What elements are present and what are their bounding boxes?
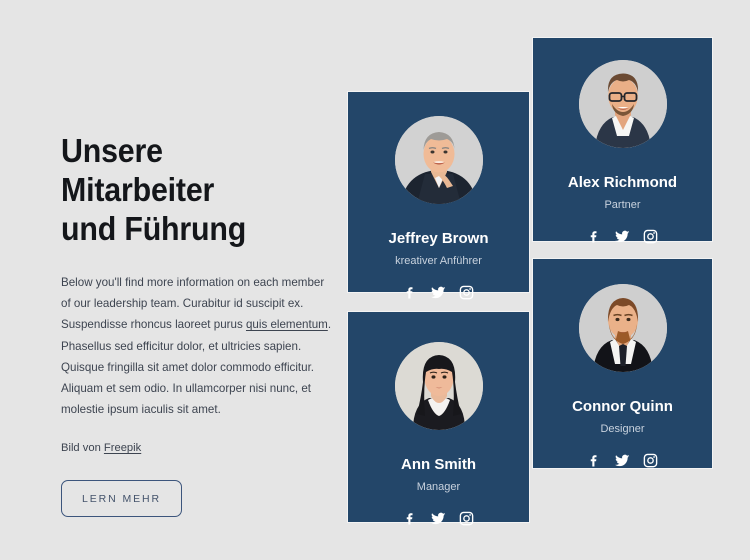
team-section: Unsere Mitarbeiter und Führung Below you… bbox=[0, 0, 750, 560]
page-title: Unsere Mitarbeiter und Führung bbox=[61, 132, 247, 247]
member-name: Connor Quinn bbox=[572, 398, 673, 415]
team-member-card[interactable]: Ann Smith Manager bbox=[348, 312, 529, 526]
member-role: kreativer Anführer bbox=[395, 255, 482, 267]
inline-link-quis-elementum[interactable]: quis elementum bbox=[246, 318, 328, 331]
freepik-link[interactable]: Freepik bbox=[104, 442, 141, 454]
facebook-icon[interactable] bbox=[403, 511, 418, 526]
intro-column: Unsere Mitarbeiter und Führung Below you… bbox=[61, 131, 341, 518]
twitter-icon[interactable] bbox=[615, 229, 630, 244]
intro-paragraph: Below you'll find more information on ea… bbox=[61, 272, 333, 420]
facebook-icon[interactable] bbox=[587, 453, 602, 468]
member-role: Manager bbox=[416, 481, 461, 493]
social-links bbox=[403, 511, 474, 526]
avatar bbox=[578, 284, 667, 372]
facebook-icon[interactable] bbox=[403, 285, 418, 300]
instagram-icon[interactable] bbox=[459, 285, 474, 300]
avatar bbox=[394, 116, 483, 204]
twitter-icon[interactable] bbox=[431, 511, 446, 526]
image-credit: Bild von Freepik bbox=[61, 440, 341, 456]
learn-more-button[interactable]: LERN MEHR bbox=[61, 480, 182, 518]
social-links bbox=[587, 453, 658, 468]
image-credit-prefix: Bild von bbox=[61, 442, 104, 455]
facebook-icon[interactable] bbox=[587, 229, 602, 244]
team-member-card[interactable]: Connor Quinn Designer bbox=[533, 259, 712, 468]
member-name: Ann Smith bbox=[401, 456, 476, 473]
member-name: Alex Richmond bbox=[567, 174, 678, 191]
intro-paragraph-part-2: . Phasellus sed efficitur dolor, et ultr… bbox=[61, 318, 332, 417]
instagram-icon[interactable] bbox=[643, 229, 658, 244]
twitter-icon[interactable] bbox=[431, 285, 446, 300]
social-links bbox=[587, 229, 658, 244]
instagram-icon[interactable] bbox=[459, 511, 474, 526]
team-member-card[interactable]: Jeffrey Brown kreativer Anführer bbox=[348, 92, 529, 300]
avatar bbox=[394, 342, 483, 430]
twitter-icon[interactable] bbox=[615, 453, 630, 468]
team-member-card[interactable]: Alex Richmond Partner bbox=[533, 38, 712, 244]
instagram-icon[interactable] bbox=[643, 453, 658, 468]
member-name: Jeffrey Brown bbox=[388, 230, 489, 247]
member-role: Designer bbox=[600, 423, 645, 435]
social-links bbox=[403, 285, 474, 300]
member-role: Partner bbox=[604, 199, 641, 211]
avatar bbox=[578, 60, 667, 148]
